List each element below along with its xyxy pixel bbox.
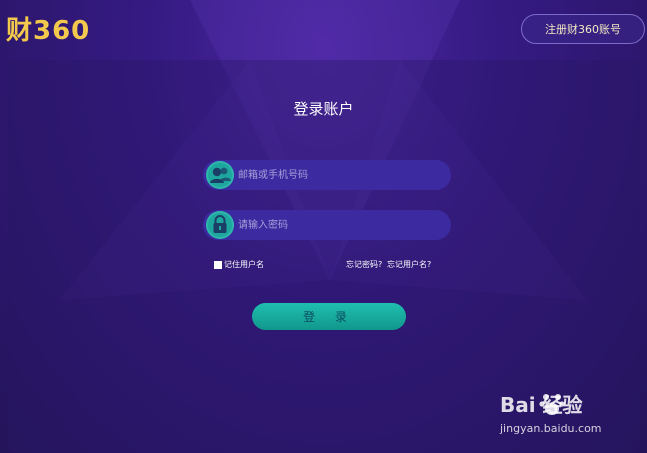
remember-label: 记住用户名 [224,260,264,269]
account-field[interactable] [203,160,451,190]
login-button[interactable]: 登 录 [252,303,406,330]
page-title: 登录账户 [293,100,354,118]
logo[interactable]: 财360 [6,10,90,46]
user-icon [206,161,234,189]
lock-icon [206,211,234,239]
logo-text: 财360 [6,15,91,46]
watermark: Bai 经验 jingyan.baidu.com [500,388,640,448]
paw-icon [539,394,565,415]
remember-username[interactable]: 记住用户名 [214,259,264,270]
password-input[interactable] [238,210,438,240]
password-field[interactable] [203,210,451,240]
register-label: 注册财360账号 [545,23,621,36]
forgot-username-link[interactable]: 忘记用户名? [387,259,431,270]
login-label: 登 录 [303,310,355,324]
register-button[interactable]: 注册财360账号 [521,14,645,44]
forgot-password-link[interactable]: 忘记密码? [346,259,382,270]
watermark-url: jingyan.baidu.com [500,422,602,435]
account-input[interactable] [238,160,438,190]
remember-checkbox[interactable] [214,260,222,269]
